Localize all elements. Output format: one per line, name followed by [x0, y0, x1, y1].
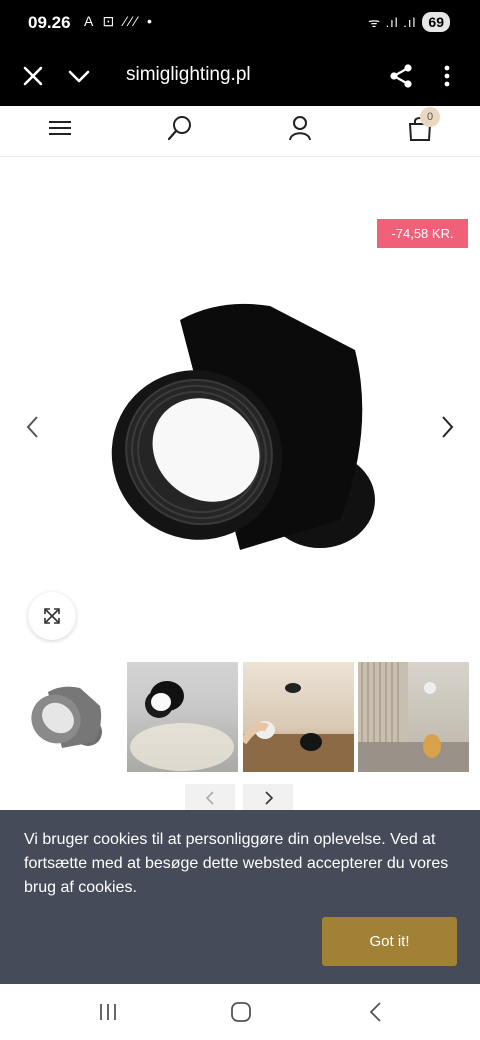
thumbnail-4[interactable] — [358, 662, 469, 772]
thumbnail-3[interactable] — [243, 662, 354, 772]
notification-icons: A ⊡ ⁄⁄⁄ • — [84, 13, 155, 29]
browser-toolbar: simiglighting.pl — [0, 46, 480, 106]
expand-icon — [44, 608, 60, 624]
more-options-icon[interactable] — [434, 63, 460, 89]
zoom-button[interactable] — [28, 592, 76, 640]
cookie-banner: Vi bruger cookies til at personliggøre d… — [0, 810, 480, 984]
recent-apps-icon[interactable] — [96, 1000, 120, 1024]
system-nav-bar — [0, 984, 480, 1040]
back-icon[interactable] — [364, 1000, 388, 1024]
accept-cookies-button[interactable]: Got it! — [322, 917, 457, 966]
share-icon[interactable] — [388, 63, 414, 89]
status-bar: 09.26 A ⊡ ⁄⁄⁄ • ᯤ .ıl .ıl 69 — [0, 0, 480, 46]
account-icon[interactable] — [286, 114, 314, 142]
product-image-lamp — [111, 303, 375, 550]
cookie-message: Vi bruger cookies til at personliggøre d… — [24, 831, 449, 896]
battery-indicator: 69 — [422, 12, 450, 32]
thumbnail-next-button[interactable] — [243, 784, 293, 812]
thumbnail-prev-button[interactable] — [185, 784, 235, 812]
menu-icon[interactable] — [46, 114, 74, 142]
cart-count-badge: 0 — [420, 107, 440, 127]
signal-icon: ᯤ .ıl .ıl — [368, 15, 417, 30]
close-icon[interactable] — [20, 63, 46, 89]
previous-image-arrow[interactable] — [22, 412, 44, 442]
search-icon[interactable] — [166, 114, 194, 142]
discount-badge: -74,58 KR. — [377, 219, 468, 248]
status-time: 09.26 — [28, 13, 71, 32]
status-right: ᯤ .ıl .ıl 69 — [368, 12, 450, 32]
site-header — [0, 106, 480, 157]
thumbnail-1[interactable] — [10, 662, 121, 772]
thumbnail-2[interactable] — [127, 662, 238, 772]
chevron-down-icon[interactable] — [66, 63, 92, 89]
url-text[interactable]: simiglighting.pl — [126, 64, 251, 86]
next-image-arrow[interactable] — [436, 412, 458, 442]
home-icon[interactable] — [229, 1000, 253, 1024]
